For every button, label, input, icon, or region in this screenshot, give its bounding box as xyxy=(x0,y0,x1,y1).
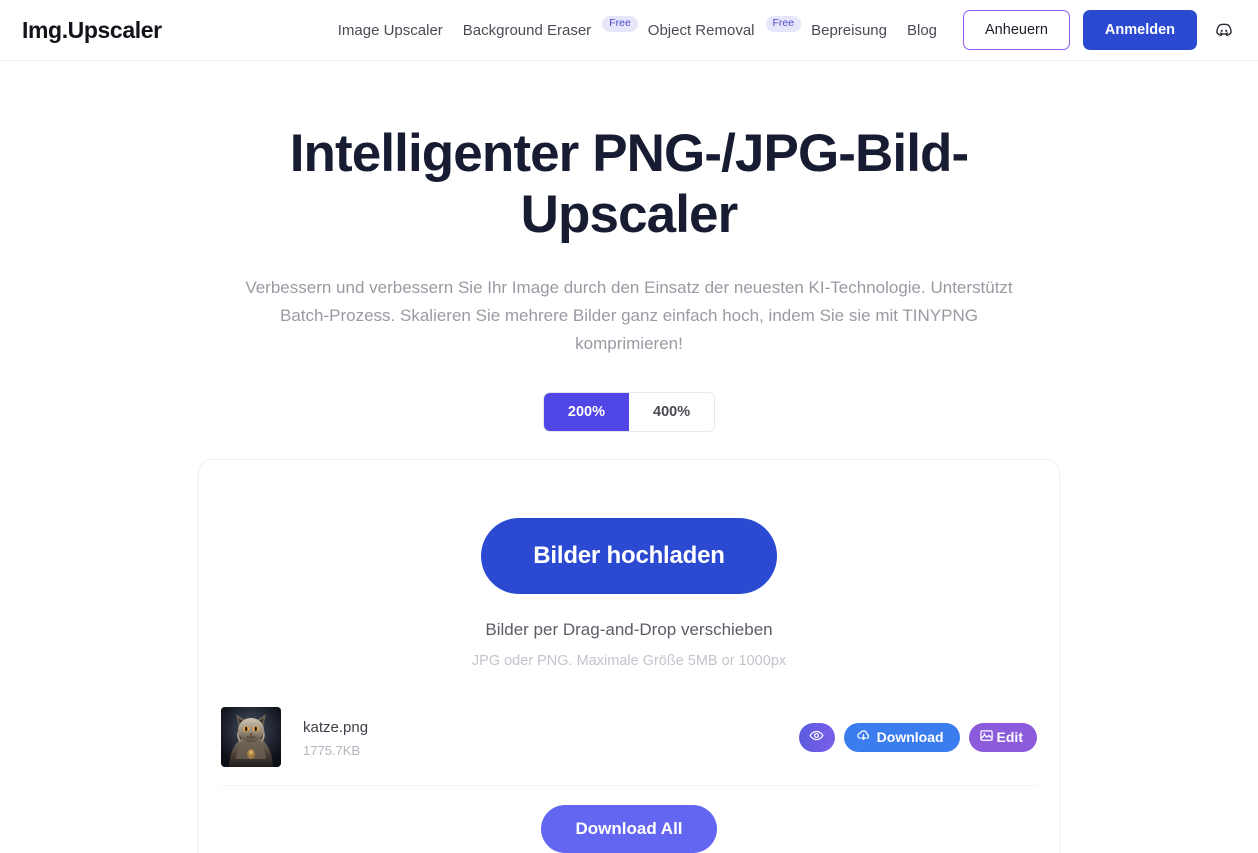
preview-button[interactable] xyxy=(798,722,835,752)
discord-icon[interactable] xyxy=(1212,18,1236,42)
dropzone[interactable]: Bilder hochladen Bilder per Drag-and-Dro… xyxy=(199,460,1059,669)
file-name: katze.png xyxy=(303,719,369,737)
hire-button[interactable]: Anheuern xyxy=(963,10,1070,50)
cloud-download-icon xyxy=(856,728,871,746)
brand-logo[interactable]: Img.Upscaler xyxy=(22,17,162,44)
nav-link-background-eraser[interactable]: Background Eraser xyxy=(453,23,601,38)
nav-link-blog[interactable]: Blog xyxy=(897,23,947,38)
upload-images-button[interactable]: Bilder hochladen xyxy=(481,518,777,595)
file-size: 1775.7KB xyxy=(303,742,361,758)
nav-item-background-eraser[interactable]: Background Eraser Free xyxy=(453,15,638,38)
file-actions: Download Edit xyxy=(798,722,1037,752)
nav-link-pricing[interactable]: Bepreisung xyxy=(801,23,897,38)
nav-item-image-upscaler[interactable]: Image Upscaler xyxy=(328,23,453,38)
badge-free-background-eraser: Free xyxy=(602,15,638,32)
nav-link-image-upscaler[interactable]: Image Upscaler xyxy=(328,23,453,38)
scale-toggle-group: 200% 400% xyxy=(542,391,716,433)
nav-item-pricing[interactable]: Bepreisung xyxy=(801,23,897,38)
nav-link-object-removal[interactable]: Object Removal xyxy=(638,23,765,38)
hero-subtitle: Verbessern und verbessern Sie Ihr Image … xyxy=(245,277,1013,353)
image-edit-icon xyxy=(979,728,994,746)
nav-item-blog[interactable]: Blog xyxy=(897,23,947,38)
nav-links: Image Upscaler Background Eraser Free Ob… xyxy=(328,10,1236,50)
file-meta: katze.png 1775.7KB xyxy=(303,717,799,758)
scale-option-200[interactable]: 200% xyxy=(543,392,629,432)
badge-free-object-removal: Free xyxy=(765,15,802,32)
nav-item-object-removal[interactable]: Object Removal Free xyxy=(638,15,802,38)
top-navbar: Img.Upscaler Image Upscaler Background E… xyxy=(0,0,1258,61)
cat-portrait-thumbnail-icon xyxy=(221,707,281,768)
hero-section: Intelligenter PNG-/JPG-Bild-Upscaler Ver… xyxy=(0,61,1258,433)
eye-icon xyxy=(809,728,824,746)
dropzone-instruction: Bilder per Drag-and-Drop verschieben xyxy=(485,620,773,640)
dropzone-constraints: JPG oder PNG. Maximale Größe 5MB or 1000… xyxy=(471,653,787,670)
file-list-item: katze.png 1775.7KB Download Edit xyxy=(221,707,1037,787)
download-all-button[interactable]: Download All xyxy=(541,805,717,853)
file-thumbnail[interactable] xyxy=(221,707,281,768)
edit-button-label: Edit xyxy=(996,729,1023,746)
edit-button[interactable]: Edit xyxy=(968,722,1037,752)
scale-option-400[interactable]: 400% xyxy=(629,392,715,432)
download-button-label: Download xyxy=(876,729,944,746)
download-all-wrap: Download All xyxy=(199,805,1059,853)
signin-button[interactable]: Anmelden xyxy=(1082,10,1197,50)
page-title: Intelligenter PNG-/JPG-Bild-Upscaler xyxy=(289,124,969,245)
download-button[interactable]: Download xyxy=(843,722,960,752)
scale-toggle-wrap: 200% 400% xyxy=(0,358,1258,433)
upload-card: Bilder hochladen Bilder per Drag-and-Dro… xyxy=(198,459,1060,853)
